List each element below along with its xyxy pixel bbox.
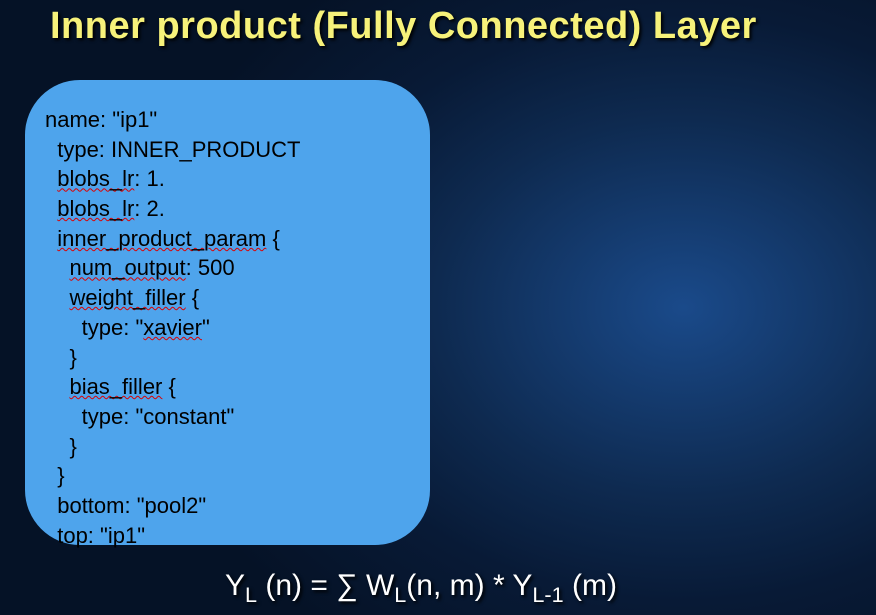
code-line-7-key: weight_filler (69, 285, 185, 310)
code-line-10-indent (45, 374, 69, 399)
code-line-13: } (45, 463, 65, 488)
formula-s1: L (245, 582, 257, 607)
code-line-4-indent (45, 196, 57, 221)
code-line-7-indent (45, 285, 69, 310)
code-line-3-rest: : 1. (134, 166, 165, 191)
slide-title: Inner product (Fully Connected) Layer (50, 5, 871, 48)
code-line-8-pre: type: " (45, 315, 143, 340)
code-line-15: top: "ip1" (45, 523, 145, 548)
formula: YL (n) = ∑ WL(n, m) * YL-1 (m) (225, 569, 617, 603)
code-line-6-key: num_output (69, 255, 185, 280)
code-line-5-key: inner_product_param (57, 226, 266, 251)
code-line-2: type: INNER_PRODUCT (45, 137, 301, 162)
formula-s3: L-1 (532, 582, 563, 607)
code-line-7-rest: { (186, 285, 199, 310)
code-line-11: type: "constant" (45, 404, 234, 429)
formula-s2: L (394, 582, 406, 607)
code-line-5-rest: { (266, 226, 279, 251)
formula-p1: Y (225, 569, 245, 602)
code-line-10-rest: { (162, 374, 175, 399)
code-line-9: } (45, 345, 77, 370)
formula-p4: (m) (564, 569, 617, 602)
code-line-4-key: blobs_lr (57, 196, 134, 221)
code-line-6-indent (45, 255, 69, 280)
code-line-3-key: blobs_lr (57, 166, 134, 191)
formula-p2: (n) = ∑ W (257, 569, 394, 602)
code-line-6-rest: : 500 (186, 255, 235, 280)
code-line-12: } (45, 434, 77, 459)
code-line-8-post: " (202, 315, 210, 340)
code-block: name: "ip1" type: INNER_PRODUCT blobs_lr… (45, 105, 410, 550)
code-line-4-rest: : 2. (134, 196, 165, 221)
formula-p3: (n, m) * Y (406, 569, 532, 602)
code-box: name: "ip1" type: INNER_PRODUCT blobs_lr… (25, 80, 430, 545)
code-line-10-key: bias_filler (69, 374, 162, 399)
code-line-8-val: xavier (143, 315, 202, 340)
code-line-14: bottom: "pool2" (45, 493, 206, 518)
code-line-5-indent (45, 226, 57, 251)
code-line-1: name: "ip1" (45, 107, 157, 132)
slide: Inner product (Fully Connected) Layer na… (0, 0, 876, 615)
code-line-3-indent (45, 166, 57, 191)
